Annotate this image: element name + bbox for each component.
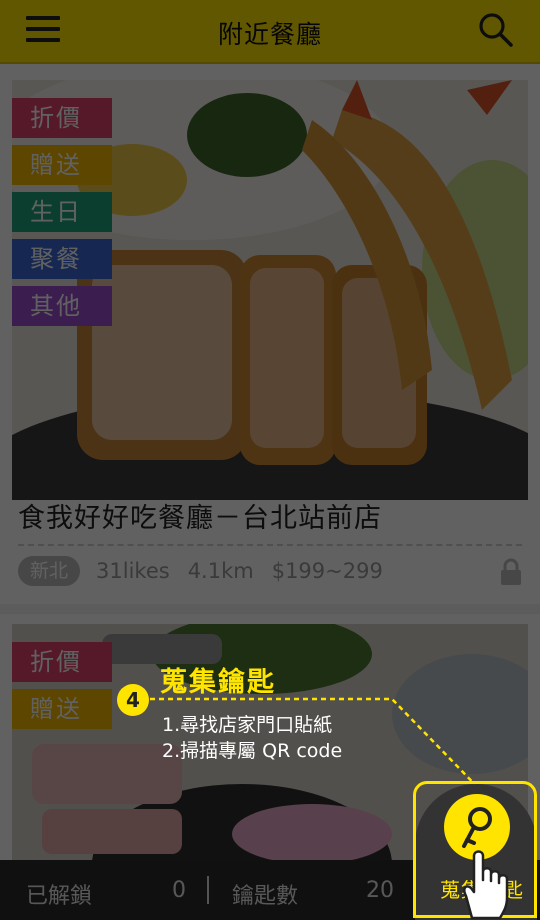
distance: 4.1km [187,559,254,583]
tutorial-step-1: 1.尋找店家門口貼紙 [162,714,333,736]
pointing-hand-icon [463,850,509,920]
search-icon[interactable] [478,12,514,48]
lock-icon [501,558,521,585]
tutorial-step-2: 2.掃描專屬 QR code [162,740,343,762]
restaurant-meta: 新北 31likes 4.1km $199~299 [18,556,401,586]
tag-other[interactable]: 其他 [12,286,112,326]
tag-birthday[interactable]: 生日 [12,192,112,232]
tag-gathering[interactable]: 聚餐 [12,239,112,279]
unlocked-label: 已解鎖 [26,884,93,909]
tag-gift[interactable]: 贈送 [12,145,112,185]
divider [18,544,522,546]
price-range: $199~299 [271,559,383,583]
tutorial-title: 蒐集鑰匙 [160,667,276,698]
tag-gift[interactable]: 贈送 [12,689,112,729]
region-badge: 新北 [18,556,81,586]
restaurant-photo[interactable]: 折價 贈送 生日 聚餐 其他 [12,80,528,500]
keys-count: 20 [366,878,394,903]
tutorial-step-badge: 4 [117,684,149,716]
restaurant-name[interactable]: 食我好好吃餐廳－台北站前店 [18,496,382,535]
tag-list: 折價 贈送 生日 聚餐 其他 [12,98,112,333]
tag-list: 折價 贈送 [12,642,112,736]
keys-label: 鑰匙數 [232,884,299,909]
tag-discount[interactable]: 折價 [12,98,112,138]
likes-count: 31likes [96,559,170,583]
unlocked-count: 0 [172,878,186,903]
separator [207,876,209,904]
restaurant-card[interactable]: 折價 贈送 生日 聚餐 其他 食我好好吃餐廳－台北站前店 新北 31likes … [0,64,540,604]
page-title: 附近餐廳 [217,20,322,49]
tag-discount[interactable]: 折價 [12,642,112,682]
app-header: 附近餐廳 [0,0,540,64]
